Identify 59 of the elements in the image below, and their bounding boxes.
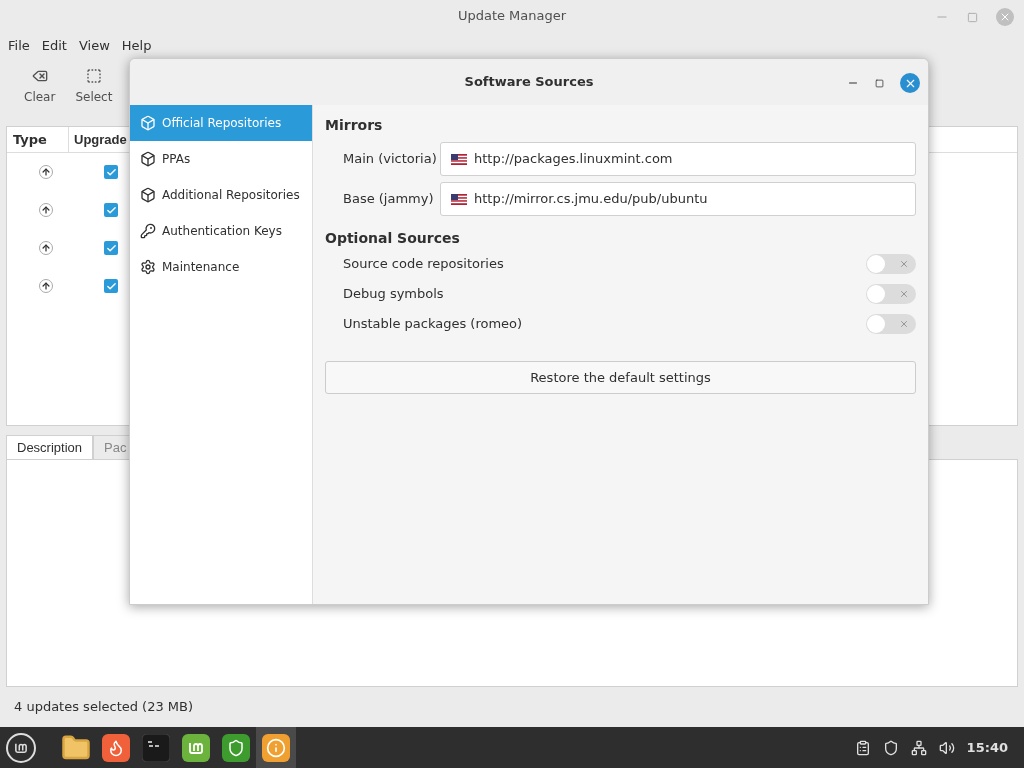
menu-item[interactable]: View xyxy=(78,36,110,56)
column-header[interactable]: Type xyxy=(7,127,69,152)
menu-item[interactable]: Help xyxy=(121,36,152,56)
off-x-icon xyxy=(899,319,909,329)
checkbox[interactable] xyxy=(104,279,118,293)
section-title: Optional Sources xyxy=(325,229,461,248)
toolbar-button[interactable]: Clear xyxy=(22,68,58,106)
off-x-icon xyxy=(899,289,909,299)
backspace-icon xyxy=(31,68,48,84)
box-icon xyxy=(140,187,156,203)
off-x-icon xyxy=(899,259,909,269)
info-icon[interactable] xyxy=(262,733,290,762)
close-icon[interactable] xyxy=(900,73,920,93)
sidebar-item[interactable]: Authentication Keys xyxy=(130,213,312,249)
tab[interactable]: Description xyxy=(6,435,94,459)
flag-icon xyxy=(451,193,467,205)
toggle-switch[interactable] xyxy=(866,284,916,304)
field-label: Base (jammy) xyxy=(342,190,435,209)
dialog-title: Software Sources xyxy=(464,73,594,92)
sidebar-item[interactable]: Maintenance xyxy=(130,249,312,285)
flag-icon xyxy=(451,153,467,165)
box-icon xyxy=(140,151,156,167)
clock[interactable]: 15:40 xyxy=(966,737,1008,758)
status-text: 4 updates selected (23 MB) xyxy=(14,698,194,717)
toolbar-button[interactable]: Select xyxy=(73,68,115,106)
mirror-field[interactable]: http://packages.linuxmint.com xyxy=(440,142,916,176)
browser-icon[interactable] xyxy=(102,733,130,762)
volume-icon[interactable] xyxy=(938,739,955,756)
option-label: Debug symbols xyxy=(343,285,444,304)
checkbox[interactable] xyxy=(104,165,118,179)
menu-item[interactable]: Edit xyxy=(41,36,67,56)
sidebar-item[interactable]: Additional Repositories xyxy=(130,177,312,213)
selection-icon xyxy=(85,68,102,84)
option-label: Source code repositories xyxy=(343,255,504,274)
toggle-switch[interactable] xyxy=(866,254,916,274)
checkbox[interactable] xyxy=(104,203,118,217)
mint-icon[interactable] xyxy=(182,733,210,762)
key-icon xyxy=(140,223,156,239)
checkbox[interactable] xyxy=(104,241,118,255)
gear-icon xyxy=(140,259,156,275)
network-icon[interactable] xyxy=(910,739,927,756)
maximize-icon[interactable] xyxy=(875,78,884,88)
clipboard-icon[interactable] xyxy=(854,739,871,756)
column-header[interactable]: Upgrade xyxy=(69,127,132,152)
mirror-field[interactable]: http://mirror.cs.jmu.edu/pub/ubuntu xyxy=(440,182,916,216)
field-label: Main (victoria) xyxy=(342,150,438,169)
toggle-switch[interactable] xyxy=(866,314,916,334)
sidebar-item[interactable]: PPAs xyxy=(130,141,312,177)
terminal-icon[interactable] xyxy=(142,733,170,762)
menu-logo-icon[interactable] xyxy=(6,732,36,763)
section-title: Mirrors xyxy=(325,116,384,135)
option-label: Unstable packages (romeo) xyxy=(343,315,523,334)
menu-item[interactable]: File xyxy=(8,36,30,56)
shield-icon[interactable] xyxy=(882,739,899,756)
box-icon xyxy=(140,115,156,131)
window-title: Update Manager xyxy=(457,7,567,26)
taskbar-app[interactable] xyxy=(256,727,296,768)
shield-icon[interactable] xyxy=(222,733,250,762)
restore-button[interactable]: Restore the default settings xyxy=(325,361,916,394)
